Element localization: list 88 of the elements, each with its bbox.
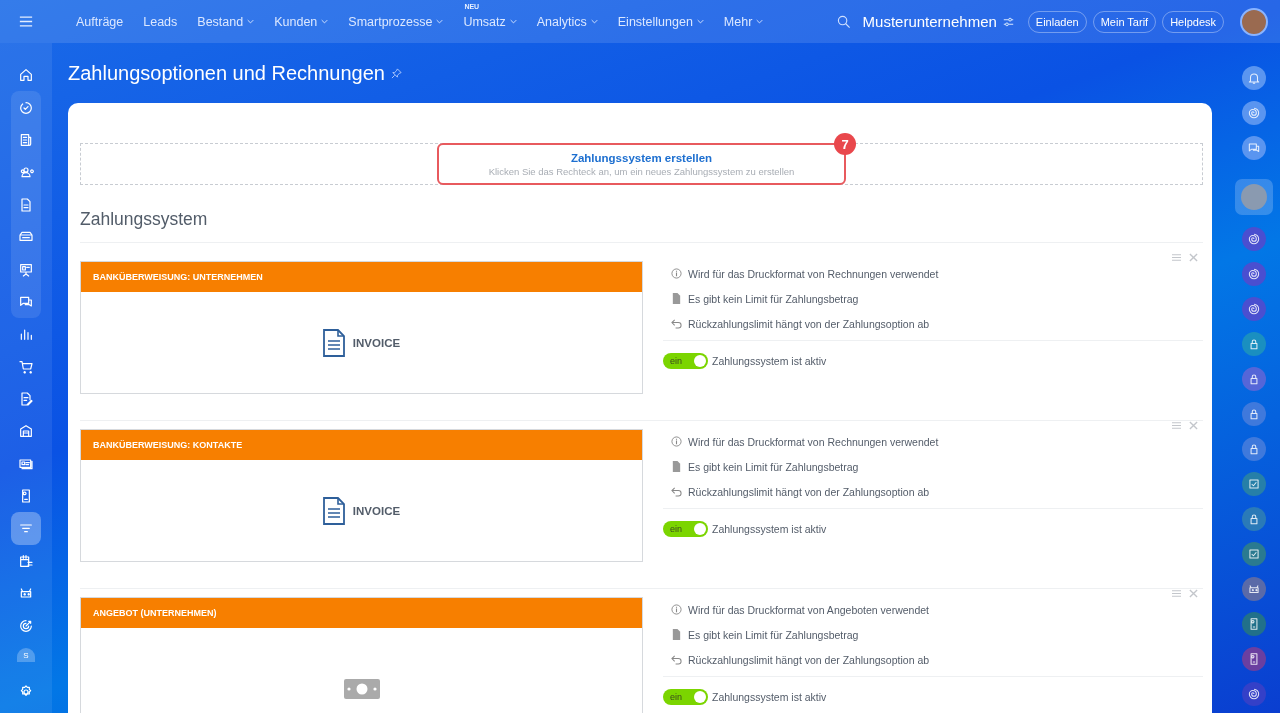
drag-handle-icon[interactable]: [1172, 421, 1181, 430]
sidebar-item[interactable]: [11, 512, 41, 545]
news-icon: [18, 131, 34, 148]
payment-card[interactable]: BANKÜBERWEISUNG: UNTERNEHMEN INVOICE: [80, 261, 643, 394]
store-icon: [18, 423, 34, 440]
info-icon: [671, 268, 682, 279]
check-icon: [1247, 476, 1261, 491]
toggle-switch[interactable]: ein: [663, 353, 708, 369]
cart-icon: [18, 358, 34, 375]
menu-icon[interactable]: [19, 16, 33, 27]
create-link[interactable]: Zahlungssystem erstellen: [570, 151, 713, 164]
payment-card[interactable]: BANKÜBERWEISUNG: KONTAKTE INVOICE: [80, 429, 643, 562]
page-title: Zahlungsoptionen und Rechnungen: [68, 61, 385, 85]
lock-icon: [1247, 406, 1261, 421]
toggle-switch[interactable]: ein: [663, 521, 708, 537]
sliders-icon[interactable]: [1002, 16, 1014, 27]
lock-icon: [1247, 441, 1261, 456]
payment-title: BANKÜBERWEISUNG: KONTAKTE: [81, 430, 642, 460]
drag-handle-icon[interactable]: [1172, 253, 1181, 262]
nav-item[interactable]: Smartprozesse: [348, 14, 444, 29]
sidebar-item[interactable]: [11, 285, 41, 319]
phone-icon: [1247, 651, 1261, 666]
section-heading: Zahlungssystem: [80, 209, 1203, 243]
info-icon: [671, 604, 682, 615]
company-name[interactable]: Musterunternehmen: [862, 13, 997, 30]
pin-icon[interactable]: [390, 67, 402, 79]
spiral-icon: [1247, 231, 1261, 246]
toggle-switch[interactable]: ein: [663, 689, 708, 705]
nav-item[interactable]: Einstellungen: [617, 14, 704, 29]
nav-item[interactable]: Analytics: [536, 14, 598, 29]
info-text: Es gibt kein Limit für Zahlungsbetrag: [688, 292, 859, 305]
lock-icon: [1247, 371, 1261, 386]
payment-title: BANKÜBERWEISUNG: UNTERNEHMEN: [81, 262, 642, 292]
spiral-icon: [1247, 105, 1261, 120]
payment-card[interactable]: ANGEBOT (UNTERNEHMEN): [80, 597, 643, 713]
invoice-icon: [322, 496, 345, 525]
file-icon: [671, 461, 682, 472]
chat-icon: [1247, 140, 1261, 155]
step-marker: 7: [834, 133, 856, 155]
undo-icon: [671, 654, 682, 665]
payment-title: ANGEBOT (UNTERNEHMEN): [81, 598, 642, 628]
calendar-icon: [18, 553, 34, 570]
file-icon: [671, 629, 682, 640]
info-text: Rückzahlungslimit hängt von der Zahlungsoption ab: [688, 653, 930, 666]
info-icon: [671, 436, 682, 447]
logo-label: INVOICE: [352, 336, 401, 349]
user-initial[interactable]: S: [17, 648, 35, 663]
info-text: Wird für das Druckformat von Rechnungen verwendet: [688, 267, 939, 280]
drag-handle-icon[interactable]: [1172, 589, 1181, 598]
logo-label: INVOICE: [352, 504, 401, 517]
info-text: Rückzahlungslimit hängt von der Zahlungsoption ab: [688, 485, 930, 498]
info-text: Wird für das Druckformat von Rechnungen verwendet: [688, 435, 939, 448]
spiral-icon: [1247, 266, 1261, 281]
create-hint: Klicken Sie das Rechteck an, um ein neues Zahlungssystem zu erstellen: [488, 165, 795, 177]
home-icon: [18, 67, 34, 84]
info-text: Es gibt kein Limit für Zahlungsbetrag: [688, 460, 859, 473]
doc-icon: [18, 196, 34, 213]
info-text: Rückzahlungslimit hängt von der Zahlungsoption ab: [688, 317, 930, 330]
search-icon[interactable]: [836, 14, 851, 29]
file-icon: [671, 293, 682, 304]
check-icon: [1247, 546, 1261, 561]
info-text: Es gibt kein Limit für Zahlungsbetrag: [688, 628, 859, 641]
board-icon: [18, 261, 34, 278]
bell-icon: [1247, 70, 1261, 85]
invoice-icon: [322, 328, 345, 357]
status-text: Zahlungssystem ist aktiv: [712, 523, 827, 535]
sign-icon: [18, 391, 34, 408]
undo-icon: [671, 486, 682, 497]
info-text: Wird für das Druckformat von Angeboten verwendet: [688, 603, 930, 616]
nav-item[interactable]: Aufträge: [76, 14, 124, 29]
undo-icon: [671, 318, 682, 329]
spiral-icon: [1247, 686, 1261, 701]
lock-icon: [1247, 336, 1261, 351]
phone-icon: [1247, 616, 1261, 631]
sidebar-item[interactable]: [11, 91, 41, 124]
nav-item[interactable]: Bestand: [197, 14, 255, 29]
tasks-icon: [18, 99, 34, 116]
banknote-icon: [342, 677, 381, 700]
nav-item[interactable]: Kunden: [274, 14, 329, 29]
user-avatar[interactable]: [1240, 7, 1268, 36]
target-icon: [18, 617, 34, 634]
nav-item[interactable]: Mehr: [723, 14, 764, 29]
lock-icon: [1247, 511, 1261, 526]
status-text: Zahlungssystem ist aktiv: [712, 691, 827, 703]
spiral-icon: [1247, 301, 1261, 316]
status-text: Zahlungssystem ist aktiv: [712, 355, 827, 367]
chart-icon: [18, 326, 34, 343]
nav-item[interactable]: Leads: [143, 14, 178, 29]
